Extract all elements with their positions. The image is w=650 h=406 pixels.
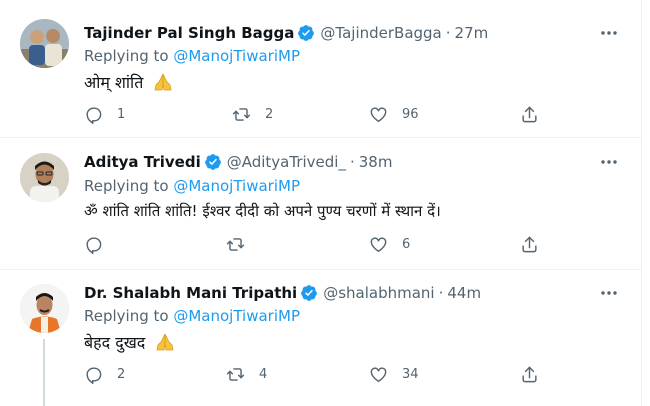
tweet-text: ॐ शांति शांति शांति! ईश्वर दीदी को अपने … — [84, 201, 441, 221]
display-name[interactable]: Tajinder Pal Singh Bagga — [84, 24, 294, 42]
replying-label: Replying to — [84, 177, 169, 195]
mention-link[interactable]: @ManojTiwariMP — [173, 307, 300, 325]
retweet-button[interactable]: 2 — [232, 105, 273, 124]
more-options-icon[interactable] — [599, 23, 619, 43]
tweet-text: ओम् शांति — [84, 71, 174, 93]
display-name[interactable]: Dr. Shalabh Mani Tripathi — [84, 284, 297, 302]
tweet-header: Aditya Trivedi @AdityaTrivedi_ · 38m — [84, 151, 392, 173]
heart-icon — [370, 237, 387, 253]
retweet-icon — [232, 108, 251, 121]
like-count: 96 — [402, 107, 419, 122]
tweet[interactable]: Aditya Trivedi @AdityaTrivedi_ · 38m Rep… — [0, 137, 641, 270]
heart-icon — [370, 367, 387, 383]
retweet-icon — [226, 368, 245, 381]
reply-thread: Tajinder Pal Singh Bagga @TajinderBagga … — [0, 0, 642, 406]
mention-link[interactable]: @ManojTiwariMP — [173, 47, 300, 65]
folded-hands-icon — [154, 73, 172, 91]
reply-button[interactable] — [84, 235, 117, 254]
tweet-header: Dr. Shalabh Mani Tripathi @shalabhmani ·… — [84, 282, 481, 304]
share-button[interactable] — [520, 365, 539, 384]
verified-badge-icon — [301, 285, 318, 301]
timestamp[interactable]: 44m — [447, 284, 481, 302]
timestamp[interactable]: 27m — [455, 24, 489, 42]
reply-button[interactable]: 2 — [84, 365, 125, 384]
dot-separator: · — [445, 24, 451, 42]
heart-icon — [370, 107, 387, 123]
tweet-header: Tajinder Pal Singh Bagga @TajinderBagga … — [84, 22, 488, 44]
verified-badge-icon — [204, 154, 221, 170]
reply-count: 2 — [117, 367, 126, 382]
replying-label: Replying to — [84, 47, 169, 65]
tweet-text-body: ॐ शांति शांति शांति! ईश्वर दीदी को अपने … — [84, 202, 441, 220]
retweet-count: 2 — [265, 107, 274, 122]
share-button[interactable] — [520, 105, 539, 124]
user-handle[interactable]: @TajinderBagga — [320, 24, 441, 42]
tweet-actions: 2 4 34 — [84, 365, 554, 387]
folded-hands-icon — [156, 333, 174, 351]
dot-separator: · — [349, 153, 355, 171]
share-icon — [522, 106, 537, 123]
replying-to: Replying to @ManojTiwariMP — [84, 47, 300, 65]
avatar-image — [20, 19, 69, 68]
avatar[interactable] — [20, 153, 69, 202]
dot-separator: · — [438, 284, 444, 302]
reply-icon — [86, 237, 102, 254]
tweet-text-body: बेहद दुखद — [84, 333, 146, 352]
replying-to: Replying to @ManojTiwariMP — [84, 177, 300, 195]
replying-to: Replying to @ManojTiwariMP — [84, 307, 300, 325]
like-button[interactable]: 34 — [369, 365, 419, 384]
retweet-count: 4 — [259, 367, 268, 382]
share-icon — [522, 366, 537, 383]
like-button[interactable]: 6 — [369, 235, 410, 254]
reply-button[interactable]: 1 — [84, 105, 125, 124]
share-button[interactable] — [520, 235, 539, 254]
timestamp[interactable]: 38m — [359, 153, 393, 171]
reply-count: 1 — [117, 107, 126, 122]
tweet-actions: 1 2 96 — [84, 105, 554, 127]
like-count: 34 — [402, 367, 419, 382]
avatar[interactable] — [20, 284, 69, 333]
reply-icon — [86, 107, 102, 124]
user-handle[interactable]: @shalabhmani — [323, 284, 434, 302]
more-options-icon[interactable] — [599, 283, 619, 303]
tweet[interactable]: Dr. Shalabh Mani Tripathi @shalabhmani ·… — [0, 269, 641, 406]
tweet-actions: 6 — [84, 235, 554, 257]
like-button[interactable]: 96 — [369, 105, 419, 124]
replying-label: Replying to — [84, 307, 169, 325]
reply-icon — [86, 367, 102, 384]
tweet-text: बेहद दुखद — [84, 331, 176, 353]
display-name[interactable]: Aditya Trivedi — [84, 153, 201, 171]
retweet-icon — [226, 238, 245, 251]
tweet-text-body: ओम् शांति — [84, 73, 144, 92]
thread-connector — [43, 339, 45, 406]
user-handle[interactable]: @AdityaTrivedi_ — [227, 153, 346, 171]
avatar-image — [20, 153, 69, 202]
verified-badge-icon — [298, 25, 315, 41]
share-icon — [522, 236, 537, 253]
tweet[interactable]: Tajinder Pal Singh Bagga @TajinderBagga … — [0, 0, 641, 138]
like-count: 6 — [402, 237, 411, 252]
avatar-image — [20, 284, 69, 333]
retweet-button[interactable] — [226, 235, 259, 254]
avatar[interactable] — [20, 19, 69, 68]
mention-link[interactable]: @ManojTiwariMP — [173, 177, 300, 195]
more-options-icon[interactable] — [599, 152, 619, 172]
retweet-button[interactable]: 4 — [226, 365, 267, 384]
